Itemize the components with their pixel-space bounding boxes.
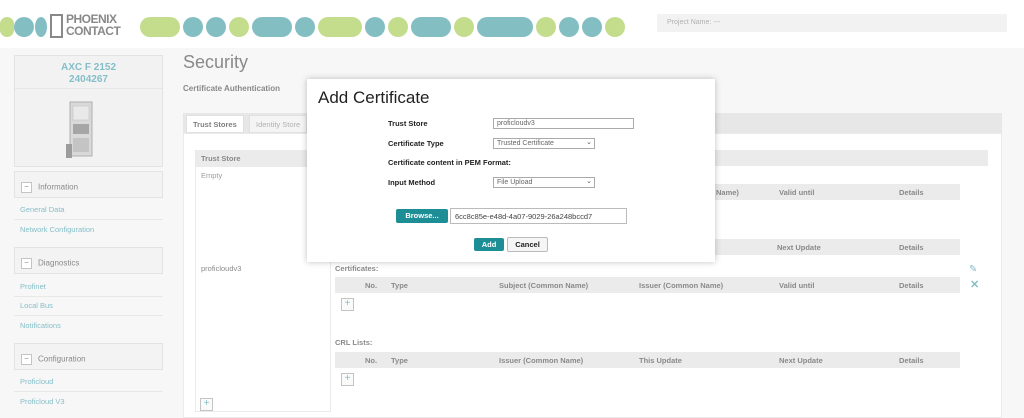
chevron-down-icon: ⌄ (586, 178, 592, 185)
selected-file-field[interactable]: 6cc8c85e-e48d-4a07-9029-26a248bccd7 (450, 208, 627, 224)
cancel-button[interactable]: Cancel (507, 237, 548, 252)
add-certificate-dialog: Add Certificate Trust Store proficloudv3… (307, 79, 715, 262)
browse-button[interactable]: Browse... (396, 209, 448, 223)
trust-store-input[interactable]: proficloudv3 (493, 118, 634, 129)
trust-store-label: Trust Store (388, 119, 428, 128)
input-method-label: Input Method (388, 178, 436, 187)
add-button[interactable]: Add (474, 238, 504, 251)
dialog-title: Add Certificate (318, 88, 430, 107)
chevron-down-icon: ⌄ (586, 139, 592, 146)
pem-format-label: Certificate content in PEM Format: (388, 158, 511, 167)
certificate-type-label: Certificate Type (388, 139, 444, 148)
certificate-type-select[interactable]: Trusted Certificate ⌄ (493, 138, 595, 149)
input-method-select[interactable]: File Upload ⌄ (493, 177, 595, 188)
